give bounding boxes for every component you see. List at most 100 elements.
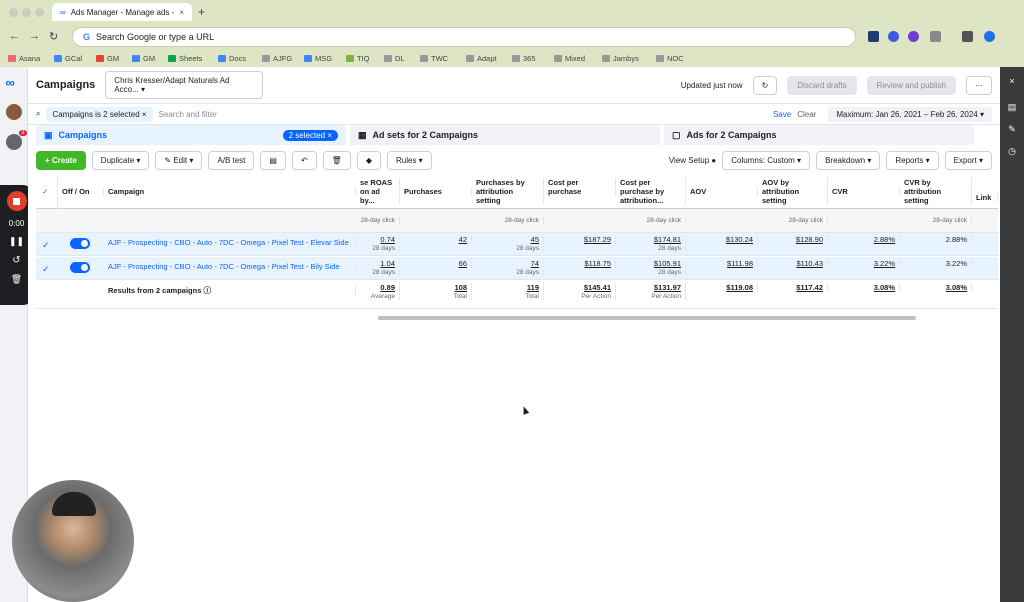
row-checkbox[interactable]: ✓	[42, 264, 50, 275]
rules-button[interactable]: Rules ▾	[386, 150, 432, 170]
extension-icon[interactable]	[908, 31, 919, 42]
new-tab-icon[interactable]: +	[198, 5, 205, 19]
duplicate-button[interactable]: Duplicate ▾	[91, 150, 150, 170]
tab-ads[interactable]: ▢ Ads for 2 Campaigns	[664, 125, 974, 145]
total-cpp[interactable]: $145.41	[544, 283, 616, 292]
edit-icon[interactable]: ✎	[1004, 121, 1020, 137]
more-icon[interactable]: ···	[966, 75, 992, 95]
col-header-onoff[interactable]: Off / On	[58, 187, 104, 196]
bookmark[interactable]: MSG	[304, 54, 332, 63]
table-row[interactable]: ✓ AJF - Prospecting - CBO - Auto - 7DC -…	[36, 257, 998, 280]
reports-button[interactable]: Reports ▾	[886, 150, 939, 170]
cvr-value[interactable]: 2.88%	[828, 235, 900, 244]
extension-icon[interactable]	[888, 31, 899, 42]
total-aovba[interactable]: $117.42	[758, 283, 828, 292]
bookmark[interactable]: Jambys	[602, 54, 639, 63]
total-roas[interactable]: 0.89	[356, 283, 400, 292]
forward-icon[interactable]: →	[29, 30, 40, 42]
notifications-icon[interactable]: 3	[5, 130, 27, 150]
refresh-button[interactable]: ↻	[752, 75, 778, 95]
bookmark[interactable]: AJFG	[262, 54, 292, 63]
total-pba[interactable]: 119	[472, 283, 544, 292]
total-cppba[interactable]: $131.97	[616, 283, 686, 292]
export-button[interactable]: Export ▾	[944, 150, 992, 170]
tab-adsets[interactable]: ▦ Ad sets for 2 Campaigns	[350, 125, 660, 145]
aovba-value[interactable]: $128.90	[758, 235, 828, 244]
history-icon[interactable]: ◷	[1004, 143, 1020, 159]
account-selector[interactable]: Chris Kresser/Adapt Naturals Ad Acco... …	[105, 71, 264, 99]
roas-value[interactable]: 1.04	[356, 259, 400, 268]
cppba-value[interactable]: $174.81	[616, 235, 686, 244]
col-header-cost-per-purchase[interactable]: Cost per purchase	[544, 178, 616, 196]
extension-icon[interactable]	[868, 31, 879, 42]
chart-icon[interactable]: ▤	[1004, 99, 1020, 115]
purchases-value[interactable]: 66	[400, 259, 472, 268]
campaign-name-link[interactable]: AJF - Prospecting - CBO - Auto - 7DC - O…	[104, 262, 356, 271]
review-publish-button[interactable]: Review and publish	[866, 75, 956, 95]
window-close-dot[interactable]	[9, 8, 18, 17]
save-filter-link[interactable]: Save	[773, 110, 791, 119]
pba-value[interactable]: 74	[472, 259, 544, 268]
bookmark[interactable]: DL	[384, 54, 405, 63]
selected-pill[interactable]: 2 selected ×	[282, 129, 338, 141]
edit-button[interactable]: ✎ Edit ▾	[155, 150, 203, 170]
restart-icon[interactable]: ↺	[12, 255, 20, 266]
campaign-name-link[interactable]: AJF - Prospecting - CBO - Auto - 7DC - O…	[104, 238, 356, 247]
bookmark[interactable]: GM	[96, 54, 119, 63]
bookmark[interactable]: Asana	[8, 54, 40, 63]
profile-avatar[interactable]	[984, 31, 995, 42]
close-tab-icon[interactable]: ×	[179, 8, 184, 17]
delete-icon[interactable]: 🗑	[11, 274, 22, 285]
breakdown-button[interactable]: Breakdown ▾	[816, 150, 881, 170]
aov-value[interactable]: $111.98	[686, 259, 758, 268]
col-header-cpp-attribution[interactable]: Cost per purchase by attribution...	[616, 178, 686, 205]
pause-icon[interactable]: ❚❚	[9, 236, 24, 247]
col-header-purchases[interactable]: Purchases	[400, 187, 472, 196]
tab-campaigns[interactable]: ▣ Campaigns 2 selected ×	[36, 125, 346, 145]
tag-icon[interactable]: ◆	[356, 150, 381, 170]
bookmark[interactable]: GM	[132, 54, 155, 63]
horizontal-scrollbar[interactable]	[378, 316, 916, 320]
col-header-aov-attribution[interactable]: AOV by attribution setting	[758, 178, 828, 205]
total-cvr[interactable]: 3.08%	[828, 283, 900, 292]
ab-test-button[interactable]: A/B test	[208, 150, 255, 170]
select-all-checkbox[interactable]: ✓	[36, 175, 58, 209]
bookmark[interactable]: Mixed	[554, 54, 585, 63]
bookmark[interactable]: TIQ	[346, 54, 370, 63]
pba-value[interactable]: 45	[472, 235, 544, 244]
total-purchases[interactable]: 108	[400, 283, 472, 292]
col-header-campaign[interactable]: Campaign	[104, 187, 356, 196]
sidepanel-icon[interactable]	[962, 31, 973, 42]
bookmark[interactable]: Sheets	[168, 54, 202, 63]
campaign-toggle[interactable]	[70, 238, 90, 249]
cpp-value[interactable]: $118.75	[544, 259, 616, 268]
create-button[interactable]: + Create	[36, 150, 86, 170]
stop-record-button[interactable]	[6, 191, 27, 211]
col-header-link[interactable]: Link	[972, 193, 998, 202]
clipboard-icon[interactable]: ▤	[260, 150, 286, 170]
reload-icon[interactable]: ↻	[49, 30, 58, 43]
roas-value[interactable]: 0.74	[356, 235, 400, 244]
col-header-roas[interactable]: se ROAS on ad by...	[356, 178, 400, 205]
delete-icon[interactable]: 🗑	[322, 150, 351, 170]
bookmark[interactable]: TWC	[420, 54, 448, 63]
campaign-toggle[interactable]	[70, 262, 90, 273]
browser-tab[interactable]: ∞ Ads Manager - Manage ads - ×	[52, 3, 192, 21]
discard-drafts-button[interactable]: Discard drafts	[787, 75, 857, 95]
puzzle-icon[interactable]	[930, 31, 941, 42]
bookmark[interactable]: 365	[512, 54, 536, 63]
col-header-cvr-attribution[interactable]: CVR by attribution setting	[900, 178, 972, 205]
cppba-value[interactable]: $105.91	[616, 259, 686, 268]
bookmark[interactable]: NOC	[656, 54, 684, 63]
info-icon[interactable]: ⓘ	[203, 286, 211, 295]
cpp-value[interactable]: $187.29	[544, 235, 616, 244]
close-icon[interactable]: ×	[1004, 73, 1020, 89]
date-range-picker[interactable]: Maximum: Jan 26, 2021 – Feb 26, 2024 ▾	[828, 106, 992, 122]
total-aov[interactable]: $119.08	[686, 283, 758, 292]
total-cvrba[interactable]: 3.08%	[900, 283, 972, 292]
filter-chip[interactable]: Campaigns is 2 selected ×	[46, 106, 153, 122]
account-avatar[interactable]	[5, 104, 22, 120]
cvr-value[interactable]: 3.22%	[828, 259, 900, 268]
undo-icon[interactable]: ↶	[291, 150, 317, 170]
col-header-cvr[interactable]: CVR	[828, 187, 900, 196]
